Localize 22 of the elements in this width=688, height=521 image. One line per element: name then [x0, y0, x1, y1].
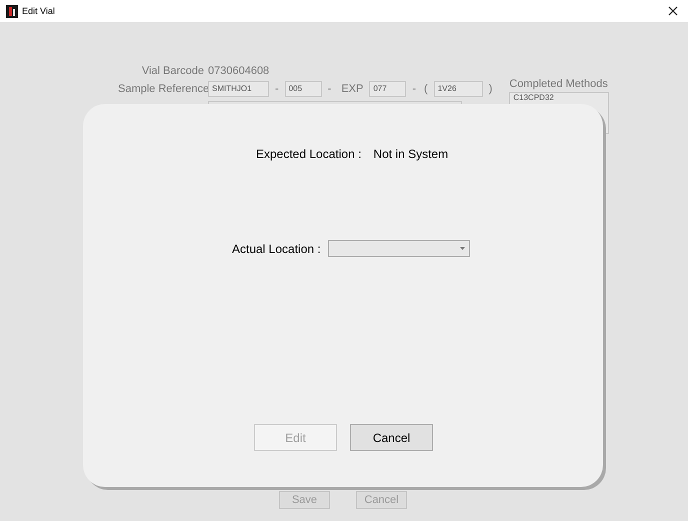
- field-label: Expected Location :: [256, 147, 362, 161]
- field-label: Actual Location :: [232, 242, 321, 256]
- location-value: Not in System: [373, 147, 448, 161]
- text-field[interactable]: 077: [369, 80, 406, 97]
- cancel-button[interactable]: Cancel: [350, 424, 433, 451]
- app-logo-icon: [6, 4, 18, 18]
- separator-text: (: [423, 82, 429, 95]
- field-label: Vial Barcode: [140, 64, 204, 77]
- field-label: EXP: [340, 82, 364, 95]
- separator-text: -: [411, 82, 418, 95]
- close-icon[interactable]: [668, 6, 678, 16]
- separator-text: -: [274, 82, 280, 95]
- text-field[interactable]: 1V26: [434, 80, 483, 97]
- barcode-value: 0730604608: [208, 64, 270, 77]
- text-field[interactable]: SMITHJO1: [208, 80, 269, 97]
- methods-label: Completed Methods: [509, 78, 609, 90]
- separator-text: ): [488, 82, 494, 95]
- text-field[interactable]: 005: [284, 80, 322, 97]
- window-title: Edit Vial: [22, 6, 56, 16]
- caret-icon: [460, 247, 465, 250]
- list-item[interactable]: C13CPD32: [513, 93, 606, 103]
- separator-text: -: [326, 82, 332, 95]
